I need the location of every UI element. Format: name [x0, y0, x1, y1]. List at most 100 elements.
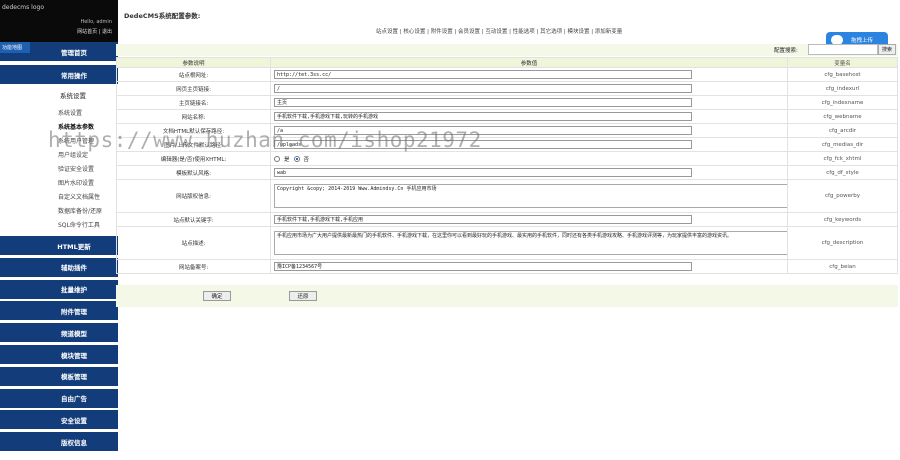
- sidebar-section-title[interactable]: 系统设置: [0, 86, 118, 104]
- radio-group: 是否: [274, 155, 784, 163]
- top-logo-bar: dedecms logo Hello, admin 网站首页 | 退出: [0, 0, 118, 42]
- param-value-cell: Copyright &copy; 2014-2019 Www.Admindsy.…: [270, 179, 788, 213]
- param-label: 站点根网址:: [116, 67, 271, 82]
- table-row: 站点默认关键字: 手机软件下载,手机游戏下载,手机应用 cfg_keywords: [116, 212, 898, 227]
- sidebar-nav-item[interactable]: 版权信息: [0, 432, 118, 452]
- sidebar-nav-item[interactable]: HTML更新: [0, 236, 118, 255]
- param-var-name: cfg_df_style: [787, 165, 898, 180]
- logo: dedecms logo: [2, 4, 44, 11]
- param-value-cell: 是否: [270, 151, 788, 166]
- greeting: Hello, admin: [80, 19, 112, 25]
- settings-table: 参数说明 参数值 变量名 站点根网址: http://tet.3ss.cc/cfg…: [116, 57, 898, 274]
- param-var-name: cfg_medias_dir: [787, 137, 898, 152]
- param-label: 网站名称:: [116, 109, 271, 124]
- sidebar-nav-item[interactable]: 频道模型: [0, 323, 118, 343]
- param-input[interactable]: http://tet.3ss.cc/: [274, 70, 692, 79]
- search-button[interactable]: 搜索: [878, 44, 896, 55]
- table-row: 网站备案号: 豫ICP备1234567号 cfg_beian: [116, 259, 898, 274]
- table-row: 图片/上传文件默认路径:/uploads cfg_medias_dir: [116, 137, 898, 152]
- table-header-row: 参数说明 参数值 变量名: [116, 57, 898, 68]
- table-row: 网站名称: 手机软件下载,手机游戏下载,玩转的手机游戏 cfg_webname: [116, 109, 898, 124]
- search-input[interactable]: [808, 44, 878, 55]
- sidebar-nav-item[interactable]: 安全设置: [0, 410, 118, 430]
- table-row: 主页链接名: 主页 cfg_indexname: [116, 95, 898, 110]
- sidebar-nav-item[interactable]: 模板管理: [0, 366, 118, 386]
- radio-no[interactable]: [293, 155, 300, 162]
- sidebar-nav-item[interactable]: 附件管理: [0, 301, 118, 321]
- sidebar-sub-item[interactable]: 用户组设定: [0, 147, 118, 161]
- param-input[interactable]: /a: [274, 126, 692, 135]
- app-window: dedecms logo Hello, admin 网站首页 | 退出 功能地图…: [0, 0, 900, 460]
- param-var-name: cfg_description: [787, 226, 898, 260]
- param-var-name: cfg_arcdir: [787, 123, 898, 138]
- param-value-cell: /uploads: [270, 137, 788, 152]
- param-input[interactable]: 手机软件下载,手机游戏下载,手机应用: [274, 215, 692, 224]
- col-header-value: 参数值: [270, 57, 788, 68]
- sidebar-nav-item[interactable]: 批量维护: [0, 279, 118, 299]
- param-var-name: cfg_beian: [787, 259, 898, 274]
- param-label: 站点默认关键字:: [116, 212, 271, 227]
- sidebar-sub-item[interactable]: SQL命令行工具: [0, 217, 118, 231]
- sidebar: 管理首页 常用操作 系统设置 系统设置 系统基本参数 系统用户管理 用户组设定 验证安全设置图…: [0, 42, 118, 460]
- sidebar-sub-item[interactable]: 系统用户管理: [0, 133, 118, 147]
- table-row: 文档HTML默认保存路径:/a cfg_arcdir: [116, 123, 898, 138]
- reset-button[interactable]: 还原: [289, 291, 317, 301]
- param-label: 网页主页链接:: [116, 81, 271, 96]
- sidebar-sub-item[interactable]: 自定义文档属性: [0, 189, 118, 203]
- radio-no-label: 否: [303, 156, 310, 163]
- param-textarea[interactable]: 手机应用市场为广大用户提供最新最热门的手机软件、手机游戏下载，在这里你可以看到最…: [274, 231, 787, 255]
- param-var-name: cfg_keywords: [787, 212, 898, 227]
- sidebar-sub-item[interactable]: 图片水印设置: [0, 175, 118, 189]
- param-value-cell: /a: [270, 123, 788, 138]
- action-row: [116, 285, 898, 307]
- param-var-name: cfg_indexurl: [787, 81, 898, 96]
- sidebar-nav-item[interactable]: 模块管理: [0, 345, 118, 364]
- param-var-name: cfg_indexname: [787, 95, 898, 110]
- radio-yes-label: 是: [284, 156, 290, 163]
- table-row: 编辑器(是/否)使用XHTML: 是否 cfg_fck_xhtml: [116, 151, 898, 166]
- main-header: [118, 0, 900, 42]
- table-row: 站点描述: 手机应用市场为广大用户提供最新最热门的手机软件、手机游戏下载，在这里你…: [116, 226, 898, 260]
- param-value-cell: /: [270, 81, 788, 96]
- radio-yes[interactable]: [274, 155, 280, 162]
- col-header-var: 变量名: [787, 57, 898, 68]
- param-value-cell: 主页: [270, 95, 788, 110]
- sidebar-sub-item[interactable]: 验证安全设置: [0, 161, 118, 175]
- settings-tabs[interactable]: 站点设置 | 核心设置 | 附件设置 | 会员设置 | 互动设置 | 性能选项 …: [376, 27, 622, 35]
- param-value-cell: 豫ICP备1234567号: [270, 259, 788, 274]
- param-var-name: cfg_fck_xhtml: [787, 151, 898, 166]
- param-input[interactable]: /uploads: [274, 140, 692, 149]
- table-row: 站点根网址: http://tet.3ss.cc/cfg_basehost: [116, 67, 898, 82]
- function-map-link[interactable]: 功能地图: [0, 42, 30, 53]
- param-label: 文档HTML默认保存路径:: [116, 123, 271, 138]
- param-label: 编辑器(是/否)使用XHTML:: [116, 151, 271, 166]
- sidebar-sub-item[interactable]: 系统设置: [0, 105, 118, 119]
- table-row: 网站版权信息: Copyright &copy; 2014-2019 Www.Ad…: [116, 179, 898, 213]
- param-label: 图片/上传文件默认路径:: [116, 137, 271, 152]
- param-label: 模板默认风格:: [116, 165, 271, 180]
- sidebar-nav-item[interactable]: 常用操作: [0, 65, 118, 84]
- param-textarea[interactable]: Copyright &copy; 2014-2019 Www.Admindsy.…: [274, 184, 787, 208]
- sidebar-sub-item[interactable]: 系统基本参数: [0, 119, 118, 133]
- table-row: 模板默认风格: wab cfg_df_style: [116, 165, 898, 180]
- param-value-cell: 手机软件下载,手机游戏下载,手机应用: [270, 212, 788, 227]
- param-var-name: cfg_basehost: [787, 67, 898, 82]
- param-input[interactable]: 主页: [274, 98, 692, 107]
- table-row: 网页主页链接: / cfg_indexurl: [116, 81, 898, 96]
- param-label: 网站版权信息:: [116, 179, 271, 213]
- sidebar-sub-item[interactable]: 数据库备份/还原: [0, 203, 118, 217]
- param-input[interactable]: 豫ICP备1234567号: [274, 262, 692, 271]
- sidebar-nav-item[interactable]: 辅助插件: [0, 257, 118, 277]
- param-input[interactable]: 手机软件下载,手机游戏下载,玩转的手机游戏: [274, 112, 692, 121]
- col-header-desc: 参数说明: [116, 57, 271, 68]
- param-value-cell: http://tet.3ss.cc/: [270, 67, 788, 82]
- confirm-button[interactable]: 确定: [203, 291, 231, 301]
- param-var-name: cfg_webname: [787, 109, 898, 124]
- param-value-cell: 手机应用市场为广大用户提供最新最热门的手机软件、手机游戏下载，在这里你可以看到最…: [270, 226, 788, 260]
- param-input[interactable]: /: [274, 84, 692, 93]
- sidebar-nav-item[interactable]: 自由广告: [0, 388, 118, 408]
- param-input[interactable]: wab: [274, 168, 692, 177]
- param-label: 网站备案号:: [116, 259, 271, 274]
- header-links[interactable]: 网站首页 | 退出: [77, 28, 112, 35]
- param-var-name: cfg_powerby: [787, 179, 898, 213]
